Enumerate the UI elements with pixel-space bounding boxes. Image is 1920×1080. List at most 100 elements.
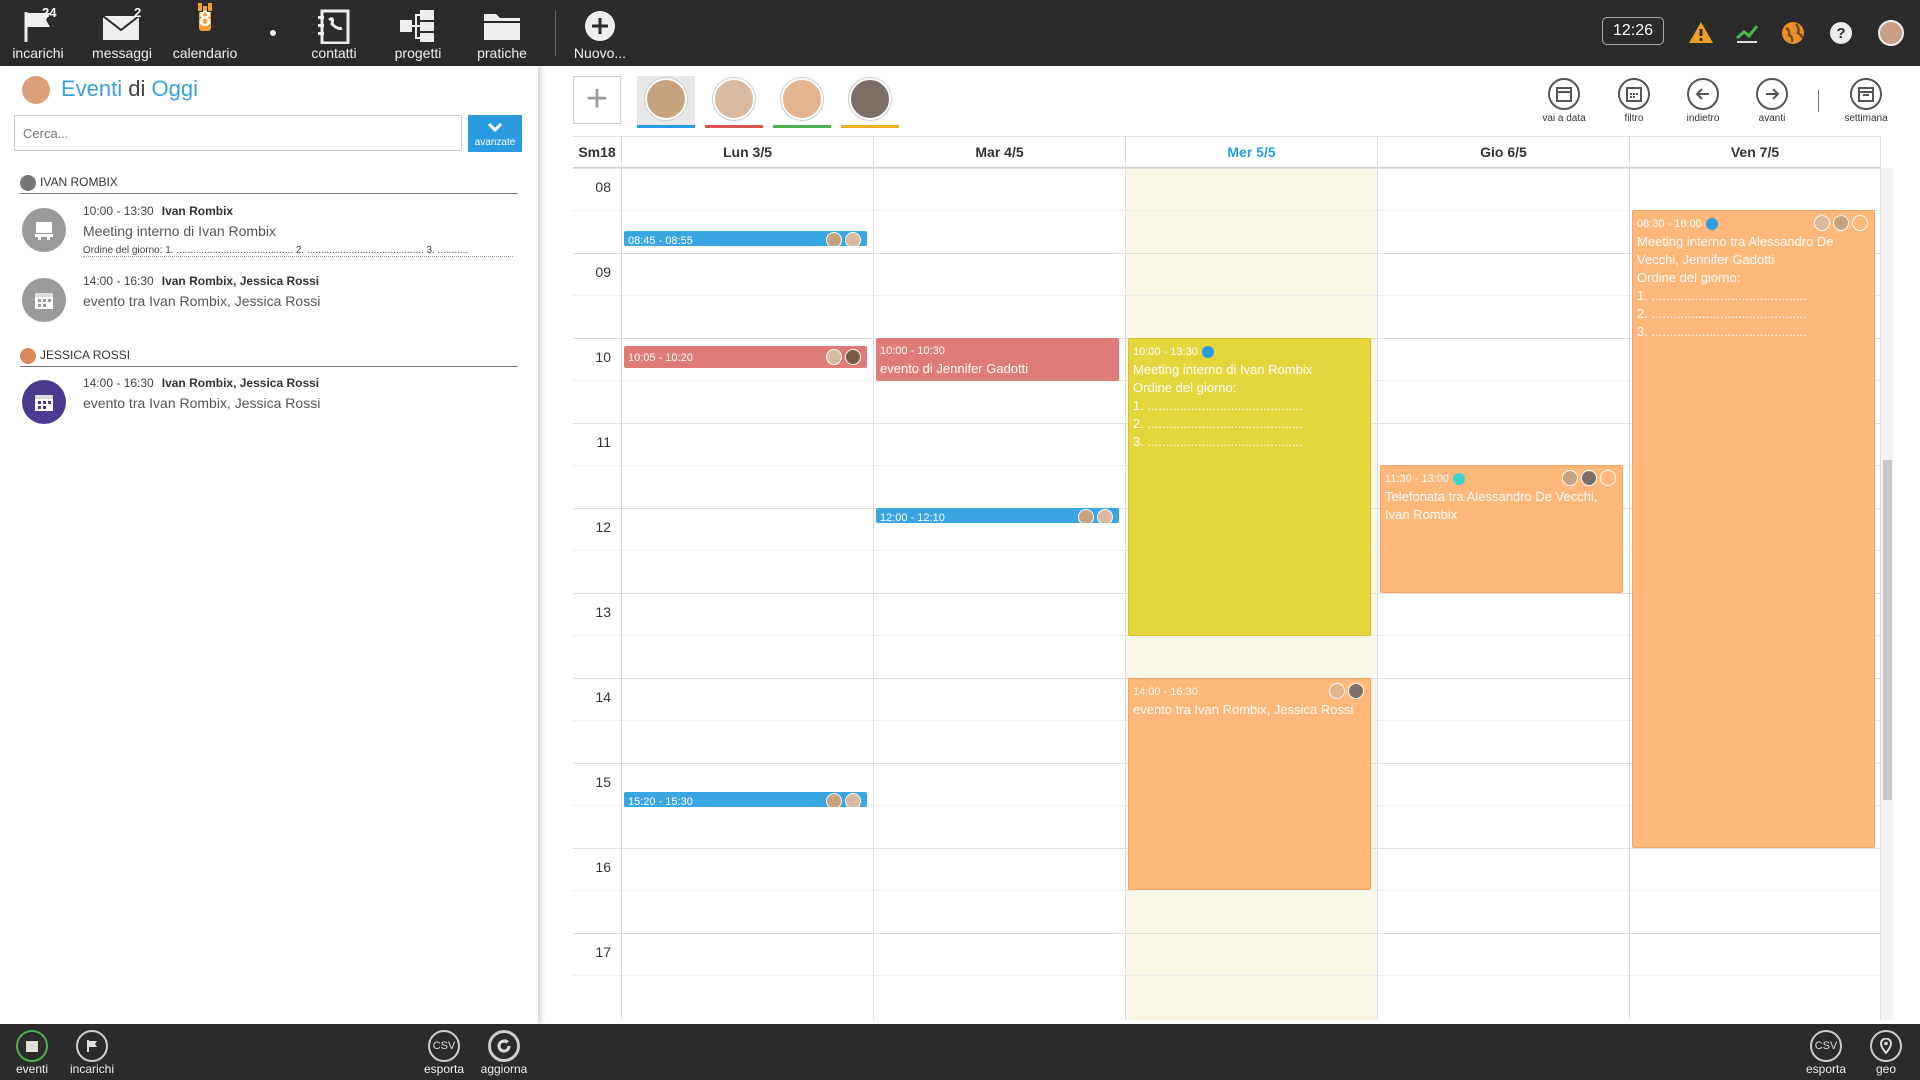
resource-tab-1[interactable] — [637, 76, 695, 128]
add-resource-button[interactable]: + — [573, 76, 621, 124]
tasks-tab-label: incarichi — [69, 1062, 114, 1076]
list-item[interactable]: 14:00 - 16:30 Ivan Rombix, Jessica Rossi … — [22, 274, 522, 324]
stats-icon[interactable] — [1734, 20, 1760, 46]
arrow-right-icon — [1756, 78, 1788, 110]
calendar-event[interactable]: 10:00 - 13:30 Meeting interno di Ivan Ro… — [1128, 338, 1371, 636]
nav-contatti[interactable]: contatti — [302, 0, 366, 66]
avatar — [845, 231, 861, 246]
geo-label: geo — [1875, 1062, 1897, 1076]
event-time: 10:05 - 10:20 — [628, 352, 693, 364]
nav-messaggi-label: messaggi — [92, 45, 152, 61]
time-range: 14:00 - 16:30 — [83, 376, 154, 390]
column-divider — [1377, 168, 1378, 1020]
forward-label: avanti — [1758, 113, 1786, 124]
user-avatar[interactable] — [1878, 20, 1904, 46]
event-description: evento tra Ivan Rombix, Jessica Rossi — [83, 293, 321, 309]
app-window: 24 incarichi 2 messaggi 8 calendario con… — [0, 0, 1920, 1080]
event-time: 08:45 - 08:55 — [628, 235, 693, 246]
resource-tab-4[interactable] — [841, 76, 899, 128]
list-item[interactable]: 14:00 - 16:30 Ivan Rombix, Jessica Rossi … — [22, 376, 522, 426]
calendar-event[interactable]: 08:30 - 16:00 Meeting interno tra Alessa… — [1632, 210, 1875, 848]
agenda-line: 3. .....................................… — [1133, 434, 1303, 449]
forward-button[interactable]: avanti — [1742, 78, 1802, 124]
avatar — [20, 175, 36, 191]
calendar-event[interactable]: 12:00 - 12:10 — [876, 508, 1119, 523]
day-header-fri[interactable]: Ven 7/5 — [1629, 137, 1881, 169]
group-avatar — [22, 76, 50, 104]
half-hour-row — [573, 975, 1881, 976]
resource-tab-3[interactable] — [773, 76, 831, 128]
time-range: 10:00 - 13:30 — [83, 204, 154, 218]
hour-label: 09 — [595, 264, 611, 280]
hour-label: 17 — [595, 944, 611, 960]
geo-button[interactable]: geo — [1856, 1030, 1916, 1076]
globe-icon[interactable] — [1780, 20, 1806, 46]
nav-messaggi[interactable]: 2 messaggi — [90, 0, 154, 66]
week-view-button[interactable]: settimana — [1836, 78, 1896, 124]
calendar-event[interactable]: 15:20 - 15:30 — [624, 792, 867, 807]
calendar-event[interactable]: 10:05 - 10:20 — [624, 346, 867, 368]
calendar-toolbar: + vai a data filtro indietro avanti sett… — [573, 66, 1920, 136]
hour-label: 11 — [596, 434, 611, 450]
scrollbar-thumb[interactable] — [1883, 460, 1892, 800]
avatar — [1078, 508, 1094, 523]
export-csv-button-right[interactable]: CSV esporta — [1796, 1030, 1856, 1076]
filter-button[interactable]: filtro — [1604, 78, 1664, 124]
folder-icon — [1600, 469, 1616, 486]
avatar — [713, 78, 755, 120]
nav-incarichi[interactable]: 24 incarichi — [8, 0, 68, 66]
back-label: indietro — [1686, 113, 1720, 124]
refresh-button[interactable]: aggiorna — [474, 1030, 534, 1076]
go-to-date-button[interactable]: vai a data — [1534, 78, 1594, 124]
nav-nuovo-label: Nuovo... — [573, 45, 627, 61]
avatar — [849, 78, 891, 120]
event-people: Ivan Rombix — [161, 204, 234, 218]
list-item[interactable]: 10:00 - 13:30 Ivan Rombix Meeting interno… — [22, 204, 522, 257]
event-participants — [1326, 682, 1364, 699]
agenda-line: 2. .....................................… — [1133, 416, 1303, 431]
day-header-thu[interactable]: Gio 6/5 — [1377, 137, 1629, 169]
calendar-event[interactable]: 14:00 - 16:30 evento tra Ivan Rombix, Je… — [1128, 678, 1371, 890]
search-input[interactable] — [14, 115, 462, 151]
plus-circle-icon — [568, 8, 632, 44]
csv-icon: CSV — [1810, 1030, 1842, 1062]
day-header-wed[interactable]: Mer 5/5 — [1125, 137, 1377, 169]
event-time: 11:30 - 13:00 — [1385, 473, 1450, 485]
agenda-line: Ordine del giorno: — [1133, 380, 1237, 395]
nav-pratiche[interactable]: pratiche — [470, 0, 534, 66]
meeting-icon — [22, 208, 66, 252]
events-tab-button[interactable]: eventi — [2, 1030, 62, 1076]
nav-contatti-label: contatti — [311, 45, 357, 61]
calendar-body[interactable]: 08 09 10 11 12 13 14 15 16 17 08:45 - 08… — [573, 168, 1881, 1020]
hour-label: 12 — [595, 519, 611, 535]
back-button[interactable]: indietro — [1673, 78, 1733, 124]
export-csv-button[interactable]: CSV esporta — [414, 1030, 474, 1076]
resource-tab-2[interactable] — [705, 76, 763, 128]
advanced-search-button[interactable]: avanzate — [468, 115, 522, 152]
title-word-oggi: Oggi — [151, 76, 199, 101]
event-time: 10:00 - 10:30 — [880, 345, 945, 357]
panel-title: Eventi di Oggi — [61, 76, 198, 102]
event-people: Ivan Rombix, Jessica Rossi — [161, 376, 320, 390]
calendar-scrollbar[interactable] — [1881, 168, 1893, 1020]
avatar — [845, 348, 861, 365]
event-time: 10:00 - 13:30 Ivan Rombix — [83, 204, 233, 218]
flag-icon — [76, 1030, 108, 1062]
day-header-mon[interactable]: Lun 3/5 — [621, 137, 873, 169]
calendar-event[interactable]: 08:45 - 08:55 — [624, 231, 867, 246]
calendar-day-icon: 8 — [198, 6, 212, 31]
agenda-line: 1. .....................................… — [1637, 288, 1807, 303]
day-header-tue[interactable]: Mar 4/5 — [873, 137, 1125, 169]
time-range: 14:00 - 16:30 — [83, 274, 154, 288]
help-icon[interactable]: ? — [1828, 20, 1854, 46]
nav-progetti[interactable]: progetti — [386, 0, 450, 66]
warning-icon[interactable] — [1688, 20, 1714, 46]
calendar-event[interactable]: 10:00 - 10:30 evento di Jennifer Gadotti — [876, 338, 1119, 381]
flag-icon: 24 — [8, 5, 68, 44]
nav-calendario[interactable]: 8 calendario — [170, 0, 240, 66]
tasks-tab-button[interactable]: incarichi — [62, 1030, 122, 1076]
calendar-event[interactable]: 11:30 - 13:00 Telefonata tra Alessandro … — [1380, 465, 1623, 593]
svg-text:?: ? — [1836, 25, 1845, 42]
nav-nuovo[interactable]: Nuovo... — [568, 0, 632, 66]
week-calendar-grid: Sm18 Lun 3/5 Mar 4/5 Mer 5/5 Gio 6/5 Ven… — [573, 136, 1881, 1020]
